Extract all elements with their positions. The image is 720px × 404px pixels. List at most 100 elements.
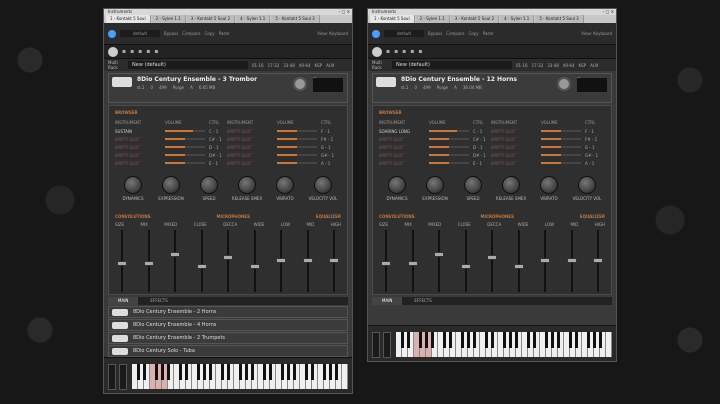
power-icon[interactable] [372,29,380,38]
tab-plugin[interactable]: 5 - Kontakt 5 Soul 3 [271,15,320,23]
cpu-icon[interactable]: ▪ [410,48,414,55]
fader-cap[interactable] [117,260,127,266]
volume-slider[interactable] [277,130,317,132]
rack-name-field[interactable]: New (default) [392,61,512,69]
articulation-slot[interactable]: EMPTY SLOT [115,153,165,158]
articulation-slot[interactable]: EMPTY SLOT [227,129,277,134]
info-icon[interactable]: ▪ [154,48,158,55]
instrument-strip[interactable]: 8Dio Century Solo - Tuba [108,345,348,357]
rack-range-button[interactable]: 49-64 [299,63,311,68]
instrument-strip[interactable]: 8Dio Century Ensemble - 4 Horns [108,319,348,331]
tab-main[interactable]: MAIN [108,297,139,305]
articulation-slot[interactable]: EMPTY SLOT [227,145,277,150]
tab-plugin[interactable]: 1 - Kontakt 5 Soul [106,15,151,23]
volume-slider[interactable] [429,138,469,140]
rack-range-button[interactable]: AUX [326,63,334,68]
volume-slider[interactable] [541,162,581,164]
fader-cap[interactable] [276,258,286,263]
fader-cap[interactable] [540,258,550,263]
fader-cap[interactable] [434,252,444,258]
fader-cap[interactable] [223,255,233,261]
window-controls[interactable]: – □ ✕ [602,9,614,15]
pitch-wheel[interactable] [108,364,116,390]
fader-cap[interactable] [593,258,603,263]
rack-range-button[interactable]: 49-64 [563,63,575,68]
volume-slider[interactable] [165,154,205,156]
knob-expression[interactable] [162,176,180,194]
volume-slider[interactable] [429,162,469,164]
fader-cap[interactable] [170,252,180,258]
mixer-fader[interactable] [142,230,156,292]
volume-slider[interactable] [165,130,205,132]
power-icon[interactable] [108,29,116,38]
volume-slider[interactable] [541,138,581,140]
browser-tab[interactable]: BROWSER [379,110,402,115]
tab-plugin[interactable]: 2 - Sylen 1.1 [151,15,186,23]
volume-slider[interactable] [541,154,581,156]
articulation-slot[interactable]: EMPTY SLOT [491,137,541,142]
articulation-slot[interactable]: EMPTY SLOT [115,161,165,166]
rack-range-button[interactable]: AUX [590,63,598,68]
browser-tab[interactable]: BROWSER [115,110,138,115]
tab-main[interactable]: MAIN [372,297,403,305]
toolbar-button[interactable]: Copy [468,31,478,36]
volume-slider[interactable] [277,162,317,164]
piano-white-key[interactable] [606,332,612,357]
rack-range-button[interactable]: KSP [579,63,587,68]
mixer-fader[interactable] [432,230,446,292]
articulation-slot[interactable]: EMPTY SLOT [379,153,429,158]
rack-range-button[interactable]: 17-32 [532,63,544,68]
articulation-slot[interactable]: EMPTY SLOT [227,161,277,166]
articulation-slot[interactable]: EMPTY SLOT [379,161,429,166]
save-icon[interactable]: ▪ [394,48,398,55]
articulation-slot[interactable]: EMPTY SLOT [379,145,429,150]
mod-wheel[interactable] [119,364,127,390]
tune-knob[interactable] [293,77,307,91]
rack-range-button[interactable]: KSP [315,63,323,68]
fader-cap[interactable] [302,258,313,263]
rack-range-button[interactable]: 17-32 [268,63,280,68]
window-controls[interactable]: – □ ✕ [338,9,350,15]
instrument-strip[interactable]: 8Dio Century Ensemble - 2 Horns [108,306,348,318]
volume-slider[interactable] [429,130,469,132]
knob-velocity-vol[interactable] [578,176,596,194]
mixer-fader[interactable] [168,230,182,292]
fader-cap[interactable] [196,263,207,269]
folder-icon[interactable]: ▪ [122,48,126,55]
mixer-fader[interactable] [221,230,235,292]
fader-cap[interactable] [407,260,418,266]
mixer-fader[interactable] [195,230,209,292]
mixer-fader[interactable] [327,230,341,292]
knob-velocity-vol[interactable] [314,176,332,194]
mixer-fader[interactable] [512,230,526,292]
articulation-slot[interactable]: EMPTY SLOT [115,137,165,142]
knob-release-smex[interactable] [238,176,256,194]
knob-release-smex[interactable] [502,176,520,194]
instrument-strip[interactable]: 8Dio Century Ensemble - 2 Trumpets [108,332,348,344]
preset-select[interactable]: default [120,30,160,37]
articulation-slot[interactable]: EMPTY SLOT [491,129,541,134]
toolbar-button[interactable]: Compare [446,31,464,36]
folder-icon[interactable]: ▪ [386,48,390,55]
volume-slider[interactable] [165,138,205,140]
rack-range-button[interactable]: 01-16 [516,63,528,68]
fader-cap[interactable] [143,260,154,266]
mixer-fader[interactable] [538,230,552,292]
mod-wheel[interactable] [383,332,391,358]
view-keyboard-toggle[interactable]: View: Keyboard [581,31,612,36]
articulation-slot[interactable]: SUSTAIN [115,129,165,134]
articulation-slot[interactable]: EMPTY SLOT [115,145,165,150]
mixer-fader[interactable] [248,230,262,292]
fader-cap[interactable] [487,255,497,261]
tab-plugin[interactable]: 2 - Sylen 1.1 [415,15,450,23]
mixer-fader[interactable] [459,230,473,292]
tab-plugin[interactable]: 3 - Kontakt 5 Soul 2 [186,15,236,23]
articulation-slot[interactable]: SOARING LONG [379,129,429,134]
mixer-fader[interactable] [301,230,315,292]
volume-slider[interactable] [541,130,581,132]
volume-slider[interactable] [277,154,317,156]
toolbar-button[interactable]: Bypass [164,31,178,36]
gear-icon[interactable]: ▪ [402,48,406,55]
fader-cap[interactable] [513,263,524,269]
mixer-fader[interactable] [379,230,393,292]
